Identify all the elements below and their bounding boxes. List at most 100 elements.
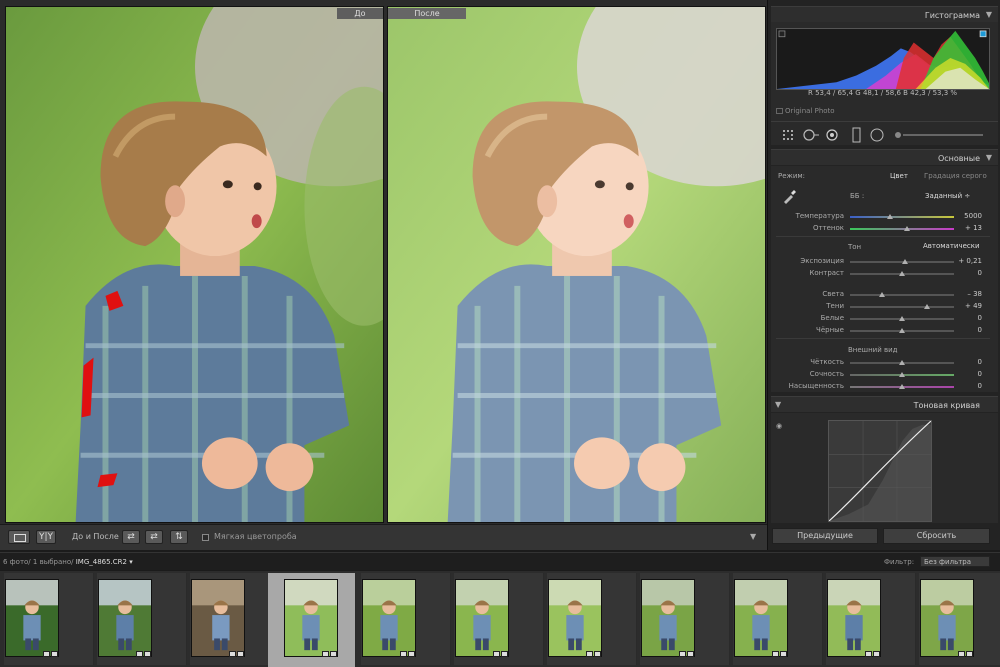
filmstrip-cell[interactable] — [454, 573, 544, 665]
reset-button[interactable]: Сбросить — [883, 528, 990, 544]
photo-thumbnail[interactable] — [548, 579, 602, 657]
slider-value[interactable]: + 13 — [952, 224, 982, 232]
before-photo[interactable] — [5, 6, 384, 523]
edited-badge-icon — [43, 651, 50, 657]
loupe-view-button[interactable] — [8, 530, 30, 544]
collapse-icon[interactable]: ▼ — [986, 10, 992, 19]
white-balance-select[interactable]: Заданный ÷ — [925, 192, 970, 200]
slider-track[interactable] — [850, 306, 954, 308]
adjusted-badge-icon — [501, 651, 508, 657]
basic-header[interactable]: Основные ▼ — [771, 149, 998, 165]
radial-filter-icon[interactable] — [870, 128, 884, 142]
divider — [776, 236, 990, 237]
red-eye-icon[interactable] — [826, 129, 838, 141]
histogram-graph[interactable] — [776, 28, 990, 90]
auto-tone-button[interactable]: Автоматически — [923, 242, 980, 250]
previous-button[interactable]: Предыдущие — [772, 528, 878, 544]
curve-toggle-icon[interactable]: ▼ — [775, 400, 781, 409]
slider-value[interactable]: 0 — [952, 370, 982, 378]
graduated-filter-icon[interactable] — [852, 127, 861, 143]
edited-badge-icon — [136, 651, 143, 657]
filter-select[interactable]: Без фильтра — [920, 556, 990, 567]
filmstrip-cell[interactable] — [361, 573, 451, 665]
filmstrip-cell[interactable] — [733, 573, 823, 665]
original-photo-label: Original Photo — [785, 107, 835, 115]
adjusted-badge-icon — [237, 651, 244, 657]
before-after-mode-button[interactable]: Y|Y — [36, 530, 56, 544]
filmstrip-cell[interactable] — [919, 573, 1000, 665]
filmstrip-bar: 6 фото/ 1 выбрано/ IMG_4865.CR2 ▾ Фильтр… — [0, 552, 1000, 570]
adjusted-badge-icon — [687, 651, 694, 657]
photo-thumbnail[interactable] — [98, 579, 152, 657]
filmstrip-cell[interactable] — [97, 573, 187, 665]
basic-title: Основные — [937, 154, 980, 163]
tone-curve-graph[interactable] — [828, 420, 932, 522]
swap-before-after-icon[interactable]: ⇅ — [170, 530, 188, 544]
after-photo[interactable] — [387, 6, 766, 523]
histogram-header[interactable]: Гистограмма ▼ — [771, 6, 998, 22]
slider-thumb[interactable] — [899, 271, 905, 276]
photo-thumbnail[interactable] — [827, 579, 881, 657]
collapse-icon[interactable]: ▼ — [986, 153, 992, 162]
slider-thumb[interactable] — [886, 214, 893, 219]
current-file-name[interactable]: IMG_4865.CR2 ▾ — [76, 558, 133, 566]
slider-value[interactable]: 5000 — [952, 212, 982, 220]
slider-label: Насыщенность — [788, 382, 844, 390]
treatment-color-button[interactable]: Цвет — [890, 172, 908, 180]
softproof-checkbox[interactable] — [202, 534, 209, 541]
photo-thumbnail[interactable] — [734, 579, 788, 657]
target-adjust-icon[interactable]: ◉ — [776, 422, 782, 430]
slider-thumb[interactable] — [923, 304, 930, 309]
edited-badge-icon — [865, 651, 872, 657]
slider-track[interactable] — [850, 228, 954, 230]
photo-thumbnail[interactable] — [284, 579, 338, 657]
filmstrip-cell[interactable] — [640, 573, 730, 665]
slider-track[interactable] — [850, 294, 954, 296]
filmstrip-cell[interactable] — [547, 573, 637, 665]
slider-thumb[interactable] — [899, 372, 905, 377]
photo-thumbnail[interactable] — [5, 579, 59, 657]
slider-value[interactable]: 0 — [952, 326, 982, 334]
slider-value[interactable]: 0 — [952, 358, 982, 366]
photo-thumbnail[interactable] — [362, 579, 416, 657]
slider-label: Белые — [820, 314, 844, 322]
photo-thumbnail[interactable] — [455, 579, 509, 657]
slider-thumb[interactable] — [899, 328, 905, 333]
tone-curve-header[interactable]: Тоновая кривая ▼ — [771, 396, 998, 412]
adjusted-badge-icon — [780, 651, 787, 657]
slider-value[interactable]: 0 — [952, 382, 982, 390]
filmstrip-cell[interactable] — [190, 573, 280, 665]
photo-thumbnail[interactable] — [191, 579, 245, 657]
slider-value[interactable]: 0 — [952, 269, 982, 277]
photo-thumbnail[interactable] — [920, 579, 974, 657]
histogram-title: Гистограмма — [924, 11, 980, 20]
crop-grid-icon[interactable] — [783, 130, 793, 140]
copy-before-to-after-icon[interactable]: ⇄ — [122, 530, 140, 544]
filmstrip-cell[interactable] — [268, 573, 356, 667]
spot-removal-icon[interactable] — [803, 129, 819, 141]
eyedropper-icon[interactable] — [781, 189, 797, 205]
toolbar-menu-icon[interactable]: ▼ — [750, 532, 756, 541]
slider-thumb[interactable] — [879, 292, 886, 297]
slider-thumb[interactable] — [904, 226, 911, 231]
slider-value[interactable]: – 38 — [952, 290, 982, 298]
adjustment-brush-icon[interactable] — [895, 132, 983, 138]
slider-thumb[interactable] — [902, 259, 909, 264]
slider-value[interactable]: + 0,21 — [952, 257, 982, 265]
adjusted-badge-icon — [594, 651, 601, 657]
treatment-grayscale-button[interactable]: Градация серого — [924, 172, 987, 180]
slider-value[interactable]: 0 — [952, 314, 982, 322]
filmstrip-cell[interactable] — [826, 573, 916, 665]
filmstrip-cell[interactable] — [4, 573, 94, 665]
original-photo-checkbox[interactable] — [776, 108, 783, 114]
adjusted-badge-icon — [51, 651, 58, 657]
copy-after-to-before-icon[interactable]: ⇄ — [145, 530, 163, 544]
slider-label: Оттенок — [812, 224, 844, 232]
slider-thumb[interactable] — [899, 360, 905, 365]
photo-thumbnail[interactable] — [641, 579, 695, 657]
slider-thumb[interactable] — [899, 316, 905, 321]
histogram-values: R 53,4 / 65,4 G 48,1 / 58,6 B 42,3 / 53,… — [808, 89, 958, 97]
slider-thumb[interactable] — [899, 384, 905, 389]
slider-track[interactable] — [850, 216, 954, 218]
slider-value[interactable]: + 49 — [952, 302, 982, 310]
